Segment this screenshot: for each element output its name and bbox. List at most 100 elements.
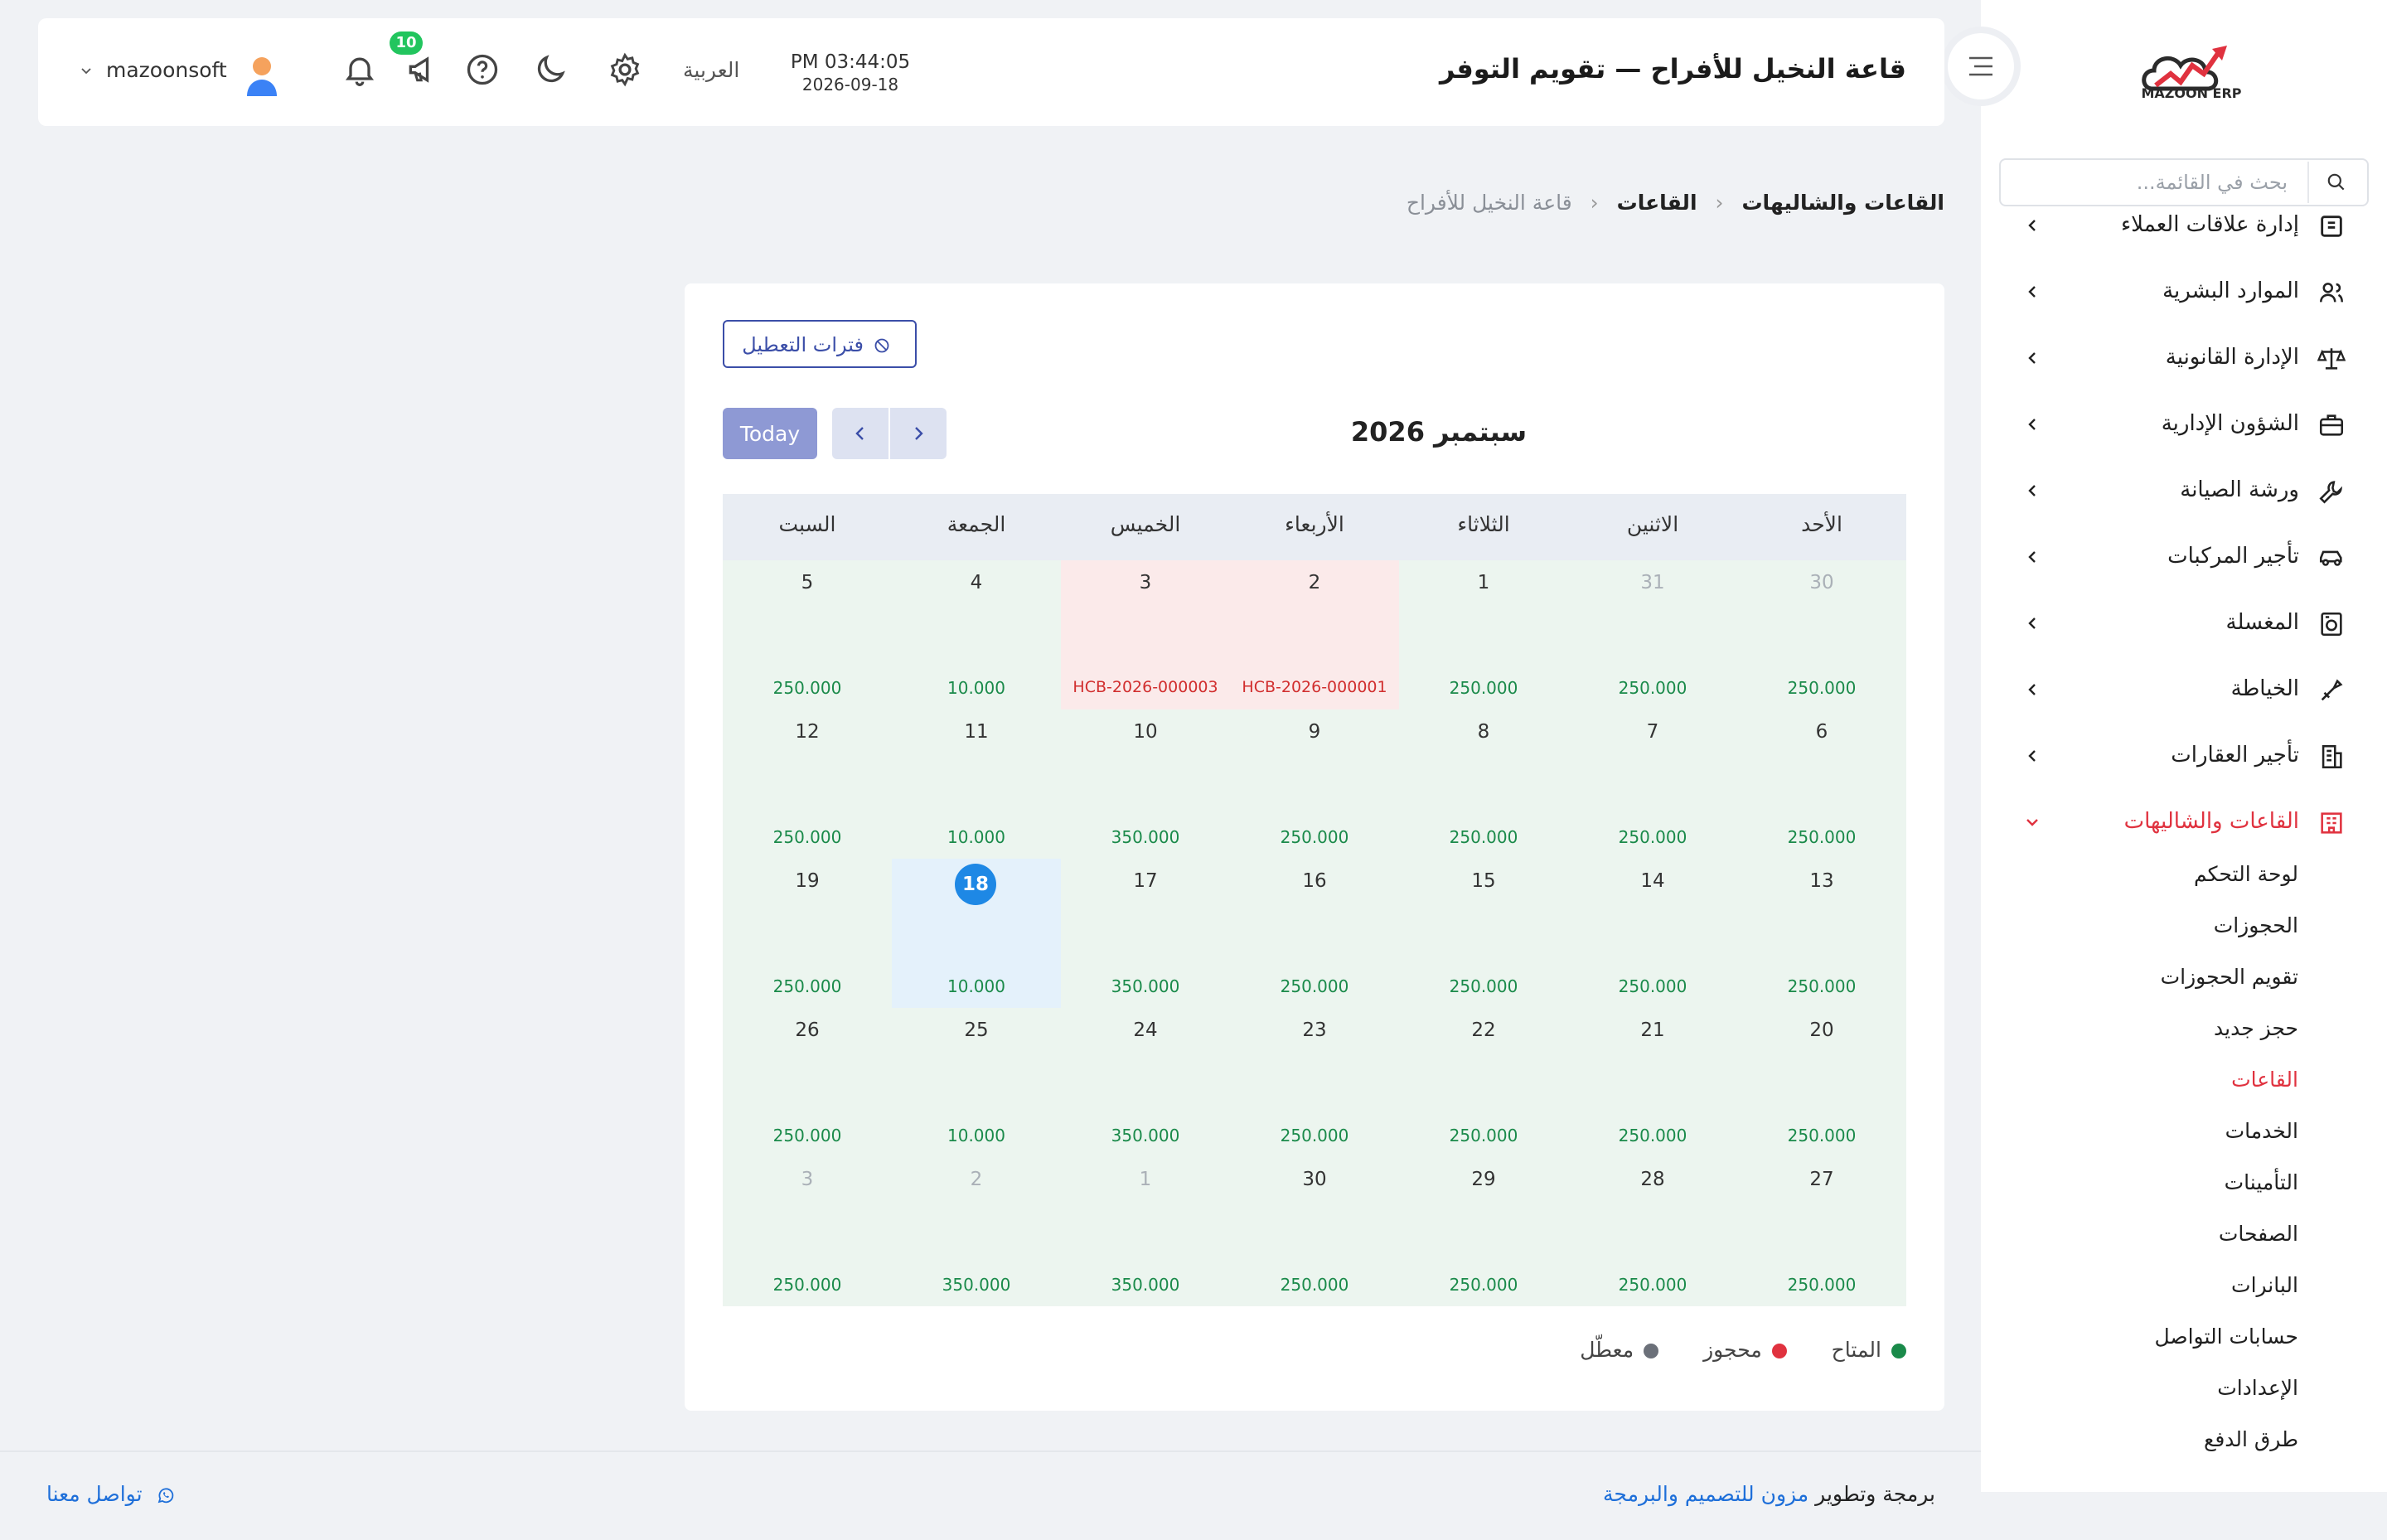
calendar-day-cell[interactable]: 6 250.000 — [1737, 709, 1906, 859]
contact-us-link[interactable]: تواصل معنا — [46, 1482, 176, 1506]
username[interactable]: mazoonsoft — [106, 58, 227, 82]
notifications-bell-icon[interactable] — [341, 51, 378, 88]
booking-reference[interactable]: HCB-2026-000001 — [1230, 678, 1399, 696]
calendar-day-cell[interactable]: 11 10.000 — [892, 709, 1061, 859]
calendar-day-cell[interactable]: 17 350.000 — [1061, 859, 1230, 1008]
calendar-day-cell[interactable]: 28 250.000 — [1568, 1157, 1737, 1306]
calendar-day-cell[interactable]: 26 250.000 — [723, 1008, 892, 1157]
menu-item-real-estate[interactable]: تأجير العقارات — [1981, 731, 2387, 781]
submenu-payment-methods[interactable]: طرق الدفع — [2204, 1427, 2298, 1451]
today-button[interactable]: Today — [723, 408, 817, 459]
menu-search-input[interactable] — [2022, 168, 2288, 196]
day-number: 22 — [1471, 1019, 1496, 1041]
day-price: 250.000 — [1787, 976, 1857, 996]
next-month-button[interactable] — [890, 408, 947, 459]
calendar-day-cell[interactable]: 10 350.000 — [1061, 709, 1230, 859]
submenu-bookings-calendar[interactable]: تقويم الحجوزات — [2161, 965, 2298, 989]
calendar-day-cell[interactable]: 2 350.000 — [892, 1157, 1061, 1306]
submenu-deposits[interactable]: التأمينات — [2225, 1170, 2298, 1194]
help-icon[interactable] — [464, 51, 501, 88]
calendar-day-cell[interactable]: 4 10.000 — [892, 560, 1061, 709]
calendar-day-cell[interactable]: 30 250.000 — [1737, 560, 1906, 709]
submenu-dashboard[interactable]: لوحة التحكم — [2194, 862, 2298, 886]
submenu-social-accounts[interactable]: حسابات التواصل — [2154, 1324, 2298, 1349]
menu-item-hr[interactable]: الموارد البشرية — [1981, 267, 2387, 317]
day-number: 11 — [964, 721, 989, 743]
announcements-megaphone-icon[interactable] — [404, 51, 441, 88]
calendar-day-cell[interactable]: 12 250.000 — [723, 709, 892, 859]
calendar-day-cell[interactable]: 3 HCB-2026-000003 — [1061, 560, 1230, 709]
calendar-day-cell[interactable]: 27 250.000 — [1737, 1157, 1906, 1306]
dark-mode-moon-icon[interactable] — [532, 51, 569, 88]
top-header: قاعة النخيل للأفراح — تقويم التوفر PM 03… — [38, 18, 1944, 126]
calendar-day-cell[interactable]: 9 250.000 — [1230, 709, 1399, 859]
day-price: 10.000 — [947, 827, 1005, 847]
disable-periods-button[interactable]: فترات التعطيل — [723, 320, 917, 368]
calendar-day-cell[interactable]: 5 250.000 — [723, 560, 892, 709]
calendar-day-cell[interactable]: 30 250.000 — [1230, 1157, 1399, 1306]
booking-reference[interactable]: HCB-2026-000003 — [1061, 678, 1230, 696]
credit-prefix: برمجة وتطوير — [1815, 1482, 1935, 1506]
menu-item-vehicle-rental[interactable]: تأجير المركبات — [1981, 532, 2387, 582]
day-number: 10 — [1133, 721, 1158, 743]
user-avatar[interactable] — [242, 53, 282, 96]
search-icon[interactable] — [2326, 172, 2347, 193]
chevron-left-icon — [855, 427, 864, 440]
day-price: 10.000 — [947, 678, 1005, 698]
weekday-label: الخميس — [1110, 512, 1181, 536]
submenu-settings[interactable]: الإعدادات — [2217, 1376, 2298, 1400]
menu-item-laundry[interactable]: المغسلة — [1981, 598, 2387, 648]
menu-item-admin[interactable]: الشؤون الإدارية — [1981, 400, 2387, 449]
submenu-halls[interactable]: القاعات — [2231, 1068, 2298, 1092]
calendar-day-cell[interactable]: 23 250.000 — [1230, 1008, 1399, 1157]
calendar-day-cell[interactable]: 13 250.000 — [1737, 859, 1906, 1008]
calendar-day-cell[interactable]: 14 250.000 — [1568, 859, 1737, 1008]
day-price: 250.000 — [1618, 1275, 1687, 1295]
calendar-day-cell[interactable]: 21 250.000 — [1568, 1008, 1737, 1157]
chevron-left-icon — [2028, 352, 2036, 364]
legend-item-booked: محجوز — [1703, 1338, 1787, 1362]
day-price: 250.000 — [1618, 1126, 1687, 1145]
menu-item-tailoring[interactable]: الخياطة — [1981, 665, 2387, 714]
breadcrumb-item-halls-chalets[interactable]: القاعات والشاليهات — [1741, 191, 1944, 215]
submenu-services[interactable]: الخدمات — [2225, 1119, 2298, 1143]
language-switcher[interactable]: العربية — [683, 58, 739, 82]
submenu-pages[interactable]: الصفحات — [2219, 1222, 2298, 1246]
chevron-down-icon — [2026, 819, 2038, 826]
calendar-day-cell[interactable]: 22 250.000 — [1399, 1008, 1568, 1157]
menu-item-workshop[interactable]: ورشة الصيانة — [1981, 466, 2387, 516]
calendar-day-cell[interactable]: 24 350.000 — [1061, 1008, 1230, 1157]
calendar-grid: 30 250.000 31 250.000 1 250.000 2 HCB-2026-0000… — [723, 560, 1906, 1306]
calendar-day-cell[interactable]: 1 250.000 — [1399, 560, 1568, 709]
submenu-new-booking[interactable]: حجز جديد — [2214, 1016, 2298, 1040]
calendar-day-cell[interactable]: 29 250.000 — [1399, 1157, 1568, 1306]
calendar-day-cell[interactable]: 25 10.000 — [892, 1008, 1061, 1157]
submenu-banners[interactable]: البانرات — [2231, 1273, 2298, 1297]
calendar-day-cell[interactable]: 19 250.000 — [723, 859, 892, 1008]
calendar-day-cell[interactable]: 7 250.000 — [1568, 709, 1737, 859]
menu-item-crm[interactable]: إدارة علاقات العملاء — [1981, 201, 2387, 250]
day-price: 250.000 — [1787, 827, 1857, 847]
calendar-day-cell[interactable]: 2 HCB-2026-000001 — [1230, 560, 1399, 709]
breadcrumb-item-halls[interactable]: القاعات — [1617, 191, 1697, 215]
calendar-day-cell[interactable]: 15 250.000 — [1399, 859, 1568, 1008]
settings-gear-icon[interactable] — [607, 51, 643, 88]
calendar-day-cell[interactable]: 16 250.000 — [1230, 859, 1399, 1008]
legend-item-disabled: معطّل — [1580, 1338, 1659, 1362]
menu-item-legal[interactable]: الإدارة القانونية — [1981, 333, 2387, 383]
calendar-day-cell[interactable]: 1 350.000 — [1061, 1157, 1230, 1306]
car-icon — [2319, 550, 2342, 566]
day-number: 2 — [970, 1169, 983, 1190]
day-price: 250.000 — [1787, 678, 1857, 698]
sidebar-toggle-button[interactable] — [1948, 33, 2014, 99]
previous-month-button[interactable] — [832, 408, 888, 459]
calendar-day-cell[interactable]: 8 250.000 — [1399, 709, 1568, 859]
calendar-day-cell[interactable]: 3 250.000 — [723, 1157, 892, 1306]
calendar-day-cell[interactable]: 18 10.000 — [892, 859, 1061, 1008]
chevron-down-icon[interactable] — [80, 65, 93, 78]
submenu-bookings[interactable]: الحجوزات — [2214, 913, 2298, 937]
credit-link[interactable]: مزون للتصميم والبرمجة — [1603, 1482, 1808, 1506]
calendar-day-cell[interactable]: 20 250.000 — [1737, 1008, 1906, 1157]
calendar-day-cell[interactable]: 31 250.000 — [1568, 560, 1737, 709]
menu-item-halls-chalets[interactable]: القاعات والشاليهات — [1981, 797, 2387, 847]
